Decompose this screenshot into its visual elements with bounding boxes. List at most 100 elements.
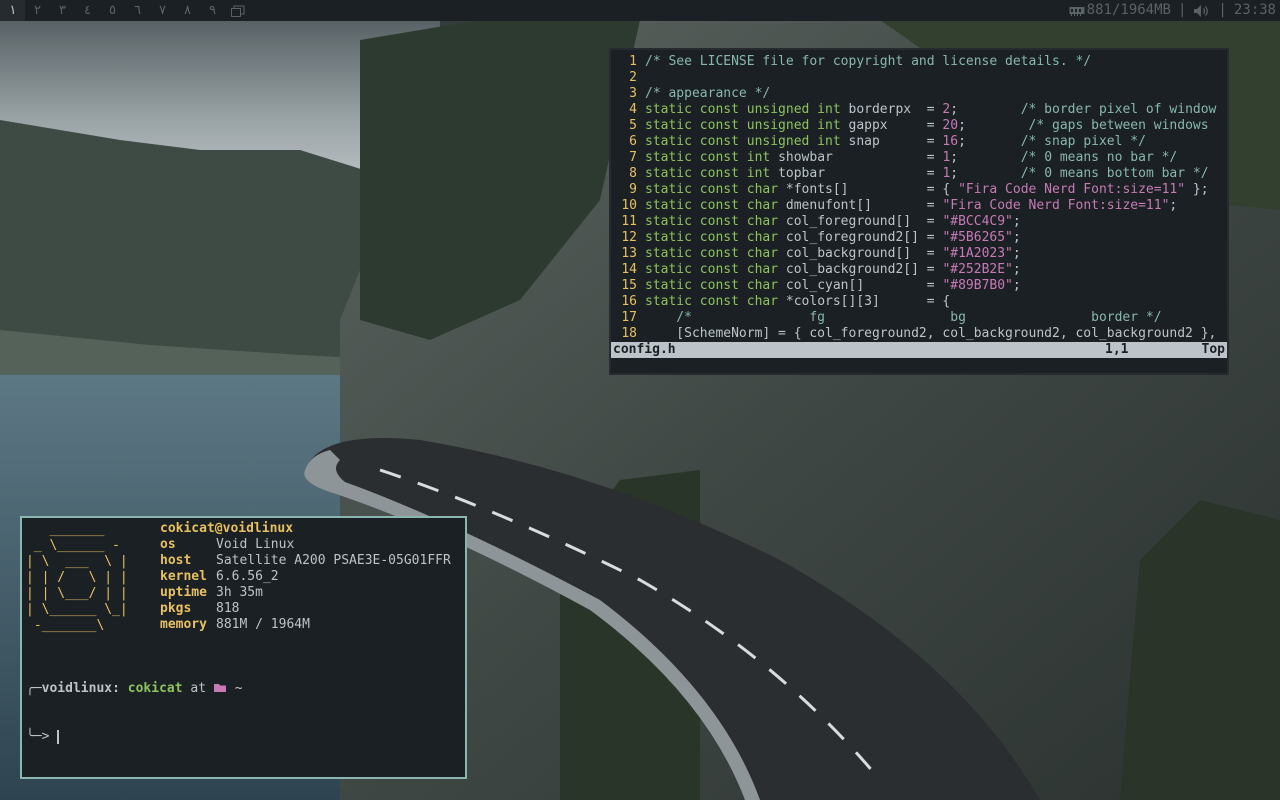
info-row: kernel 6.6.56_2 bbox=[160, 569, 279, 584]
line-number: 11 bbox=[621, 214, 637, 229]
tag-1[interactable]: ١ bbox=[0, 0, 25, 21]
line-number: 6 bbox=[629, 134, 637, 149]
line-number: 9 bbox=[629, 182, 637, 197]
separator: | bbox=[1177, 2, 1187, 18]
line-text: static const char col_foreground[] = "#B… bbox=[645, 214, 1021, 229]
tag-2[interactable]: ٢ bbox=[25, 0, 50, 21]
code-line[interactable]: 9 static const char *fonts[] = { "Fira Co… bbox=[611, 182, 1227, 198]
code-line[interactable]: 12 static const char col_foreground2[] = … bbox=[611, 230, 1227, 246]
line-number: 10 bbox=[621, 198, 637, 213]
vim-window[interactable]: 1 /* See LICENSE file for copyright and l… bbox=[609, 48, 1229, 375]
prompt-user: cokicat bbox=[127, 681, 183, 696]
line-text: static const int topbar = 1; /* 0 means … bbox=[645, 166, 1209, 181]
line-number: 17 bbox=[621, 310, 637, 325]
line-text: static const int showbar = 1; /* 0 means… bbox=[645, 150, 1178, 165]
scroll-percent: Top bbox=[1201, 342, 1225, 357]
memory-icon bbox=[1069, 6, 1085, 16]
line-number: 12 bbox=[621, 230, 637, 245]
line-text: /* appearance */ bbox=[645, 86, 771, 101]
line-number: 16 bbox=[621, 294, 637, 309]
line-number: 2 bbox=[629, 70, 637, 85]
logo-line: | | \___/ | | bbox=[26, 586, 128, 601]
memory-usage: 881/1964MB bbox=[1086, 2, 1171, 18]
code-line[interactable]: 13 static const char col_background[] = "… bbox=[611, 246, 1227, 262]
logo-line: | \ ___ \ | bbox=[26, 554, 128, 569]
user-host: cokicat@voidlinux bbox=[160, 521, 294, 536]
line-text: static const unsigned int snap = 16; /* … bbox=[645, 134, 1146, 149]
terminal-window[interactable]: _______ _ \______ - | \ ___ \ | | | / \ | … bbox=[20, 516, 467, 779]
logo-line: _ \______ - bbox=[26, 538, 120, 553]
line-text: static const unsigned int borderpx = 2; … bbox=[645, 102, 1217, 117]
line-number: 5 bbox=[629, 118, 637, 133]
folder-icon bbox=[213, 684, 226, 692]
line-text: static const char *fonts[] = { "Fira Cod… bbox=[645, 182, 1209, 197]
line-text: static const char *colors[][3] = { bbox=[645, 294, 951, 309]
logo-line: -_______\ bbox=[26, 618, 105, 633]
prompt-dir: ~ bbox=[234, 681, 243, 696]
code-line[interactable]: 16 static const char *colors[][3] = { bbox=[611, 294, 1227, 310]
line-text: static const char col_background[] = "#1… bbox=[645, 246, 1021, 261]
code-line[interactable]: 17 /* fg bg border */ bbox=[611, 310, 1227, 326]
logo-line: _______ bbox=[26, 522, 105, 537]
code-line[interactable]: 8 static const int topbar = 1; /* 0 means… bbox=[611, 166, 1227, 182]
void-logo: _______ _ \______ - | \ ___ \ | | | / \ | … bbox=[26, 522, 128, 634]
line-number: 18 bbox=[621, 326, 637, 341]
info-row: uptime 3h 35m bbox=[160, 585, 263, 600]
clock: 23:38 bbox=[1233, 2, 1276, 18]
code-line[interactable]: 4 static const unsigned int borderpx = 2;… bbox=[611, 102, 1227, 118]
line-number: 14 bbox=[621, 262, 637, 277]
logo-line: | | / \ | | bbox=[26, 570, 128, 585]
line-text: /* See LICENSE file for copyright and li… bbox=[645, 54, 1092, 69]
code-line[interactable]: 1 /* See LICENSE file for copyright and l… bbox=[611, 54, 1227, 70]
line-number: 3 bbox=[629, 86, 637, 101]
tag-7[interactable]: ٧ bbox=[150, 0, 175, 21]
code-line[interactable]: 7 static const int showbar = 1; /* 0 mean… bbox=[611, 150, 1227, 166]
code-line[interactable]: 15 static const char col_cyan[] = "#89B7B… bbox=[611, 278, 1227, 294]
line-text: static const char col_cyan[] = "#89B7B0"… bbox=[645, 278, 1021, 293]
vim-statusline: config.h 1,1 Top bbox=[611, 342, 1227, 358]
line-number: 13 bbox=[621, 246, 637, 261]
line-text: static const char col_foreground2[] = "#… bbox=[645, 230, 1021, 245]
code-buffer[interactable]: 1 /* See LICENSE file for copyright and l… bbox=[611, 54, 1227, 342]
line-text: /* fg bg border */ bbox=[645, 310, 1162, 325]
logo-line: | \______ \_| bbox=[26, 602, 128, 617]
volume-icon[interactable] bbox=[1193, 4, 1211, 18]
tag-3[interactable]: ٣ bbox=[50, 0, 75, 21]
shell-prompt[interactable]: ╭─voidlinux: cokicat at ~ ╰─> bbox=[26, 649, 243, 777]
code-line[interactable]: 6 static const unsigned int snap = 16; /*… bbox=[611, 134, 1227, 150]
line-text: static const char col_background2[] = "#… bbox=[645, 262, 1021, 277]
code-line[interactable]: 5 static const unsigned int gappx = 20; /… bbox=[611, 118, 1227, 134]
tag-9[interactable]: ٩ bbox=[200, 0, 225, 21]
code-line[interactable]: 11 static const char col_foreground[] = "… bbox=[611, 214, 1227, 230]
cursor-position: 1,1 bbox=[1105, 342, 1129, 357]
tag-5[interactable]: ٥ bbox=[100, 0, 125, 21]
code-line[interactable]: 3 /* appearance */ bbox=[611, 86, 1227, 102]
layout-icon[interactable] bbox=[231, 5, 245, 17]
code-line[interactable]: 14 static const char col_background2[] = … bbox=[611, 262, 1227, 278]
info-row: host Satellite A200 PSAE3E-05G01FFR bbox=[160, 553, 451, 568]
code-line[interactable]: 10 static const char dmenufont[] = "Fira … bbox=[611, 198, 1227, 214]
status-bar: ١ ٢ ٣ ٤ ٥ ٦ ٧ ٨ ٩ 881/1964MB | | 23:38 bbox=[0, 0, 1280, 21]
code-line[interactable]: 2 bbox=[611, 70, 1227, 86]
prompt-host: voidlinux: bbox=[41, 681, 120, 696]
line-number: 8 bbox=[629, 166, 637, 181]
prompt-at: at bbox=[190, 681, 207, 696]
info-row: os Void Linux bbox=[160, 537, 295, 552]
line-text: [SchemeNorm] = { col_foreground2, col_ba… bbox=[645, 326, 1217, 341]
line-number: 1 bbox=[629, 54, 637, 69]
line-number: 7 bbox=[629, 150, 637, 165]
vim-filename: config.h bbox=[613, 342, 676, 357]
tag-8[interactable]: ٨ bbox=[175, 0, 200, 21]
tag-6[interactable]: ٦ bbox=[125, 0, 150, 21]
status-area: 881/1964MB | | 23:38 bbox=[1069, 0, 1280, 21]
line-text: static const unsigned int gappx = 20; /*… bbox=[645, 118, 1209, 133]
line-text: static const char dmenufont[] = "Fira Co… bbox=[645, 198, 1178, 213]
text-cursor bbox=[57, 729, 60, 744]
line-number: 15 bbox=[621, 278, 637, 293]
info-row: memory 881M / 1964M bbox=[160, 617, 310, 632]
info-row: pkgs 818 bbox=[160, 601, 240, 616]
separator: | bbox=[1218, 2, 1227, 18]
system-info: cokicat@voidlinux os Void Linux host Satel… bbox=[160, 521, 451, 633]
code-line[interactable]: 18 [SchemeNorm] = { col_foreground2, col… bbox=[611, 326, 1227, 342]
tag-4[interactable]: ٤ bbox=[75, 0, 100, 21]
